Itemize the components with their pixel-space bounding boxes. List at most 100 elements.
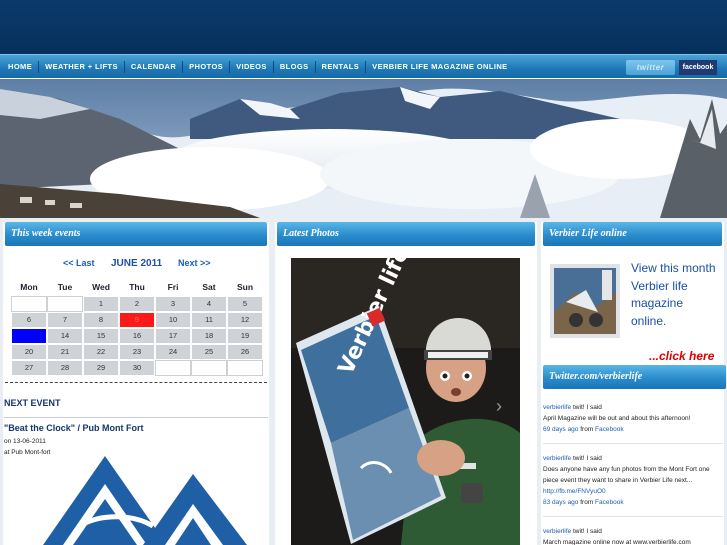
tweet-source-link[interactable]: Facebook bbox=[595, 499, 624, 506]
tweet-said: twit! I said bbox=[571, 528, 602, 535]
twitter-feed-header: Twitter.com/verbierlife bbox=[543, 365, 726, 389]
divider bbox=[543, 443, 723, 453]
nav-item[interactable]: PHOTOS bbox=[183, 61, 231, 73]
magazine-promo-text: View this month Verbier life magazine on… bbox=[631, 261, 716, 328]
calendar-day[interactable]: 6 bbox=[11, 312, 47, 328]
calendar-day bbox=[227, 360, 263, 376]
facebook-button[interactable]: facebook bbox=[679, 60, 717, 75]
tweet-user-link[interactable]: verbierlife bbox=[543, 528, 571, 535]
calendar-day[interactable]: 9 bbox=[119, 312, 155, 328]
nav-item[interactable]: VIDEOS bbox=[230, 61, 274, 73]
calendar-day[interactable]: 22 bbox=[83, 344, 119, 360]
tweet-text: April Magazine will be out and about thi… bbox=[543, 415, 691, 422]
calendar-day[interactable]: 17 bbox=[155, 328, 191, 344]
calendar-day[interactable]: 18 bbox=[191, 328, 227, 344]
tweet-said: twit! I said bbox=[571, 404, 602, 411]
tweet-user-link[interactable]: verbierlife bbox=[543, 404, 571, 411]
calendar-day bbox=[11, 296, 47, 312]
nav-item[interactable]: RENTALS bbox=[316, 61, 367, 73]
calendar-month-label: JUNE 2011 bbox=[111, 258, 163, 269]
calendar-day bbox=[47, 296, 83, 312]
top-banner bbox=[0, 0, 727, 54]
calendar-day[interactable]: 23 bbox=[119, 344, 155, 360]
page: HOME WEATHER + LIFTS CALENDAR PHOTOS VIDEOS B… bbox=[0, 0, 727, 545]
calendar-prev-link[interactable]: << Last bbox=[63, 258, 95, 268]
events-column: This week events << Last JUNE 2011 Next … bbox=[3, 222, 269, 545]
next-photo-arrow-icon[interactable]: › bbox=[496, 396, 502, 417]
nav-item[interactable]: BLOGS bbox=[274, 61, 316, 73]
calendar-day[interactable]: 7 bbox=[47, 312, 83, 328]
latest-photo-image[interactable]: Verbier life › bbox=[291, 258, 520, 545]
event-logo-image[interactable] bbox=[43, 454, 247, 545]
events-header: This week events bbox=[5, 222, 267, 246]
calendar-weekday: Fri bbox=[167, 282, 179, 292]
event-title-link[interactable]: "Beat the Clock" / Pub Mont Fort bbox=[4, 423, 144, 433]
tweet-text: Does anyone have any fun photos from the… bbox=[543, 466, 710, 484]
calendar-next-link[interactable]: Next >> bbox=[178, 258, 211, 268]
magazine-cover-image[interactable] bbox=[546, 262, 626, 340]
calendar-weekday: Tue bbox=[57, 282, 73, 292]
nav-item[interactable]: WEATHER + LIFTS bbox=[39, 61, 125, 73]
calendar-nav: << Last JUNE 2011 Next >> bbox=[3, 258, 269, 272]
calendar-day[interactable]: 8 bbox=[83, 312, 119, 328]
calendar-week-row: 20 21 22 23 24 25 26 bbox=[11, 344, 263, 360]
twitter-button[interactable]: twitter bbox=[626, 60, 675, 75]
calendar-day[interactable]: 15 bbox=[83, 328, 119, 344]
nav-item[interactable]: VERBIER LIFE MAGAZINE ONLINE bbox=[366, 61, 513, 73]
photos-column: Latest Photos Verbier life › bbox=[275, 222, 537, 545]
calendar-day[interactable]: 4 bbox=[191, 296, 227, 312]
tweet-age-link[interactable]: 69 days ago bbox=[543, 426, 578, 433]
calendar-day[interactable]: 19 bbox=[227, 328, 263, 344]
calendar-day[interactable]: 11 bbox=[191, 312, 227, 328]
calendar-day[interactable]: 20 bbox=[11, 344, 47, 360]
calendar-day bbox=[191, 360, 227, 376]
divider bbox=[4, 417, 268, 418]
nav-item[interactable]: HOME bbox=[2, 61, 40, 73]
next-event-heading: NEXT EVENT bbox=[4, 398, 61, 408]
calendar-week-row: 14 15 16 17 18 19 bbox=[11, 328, 263, 344]
calendar-day[interactable]: 21 bbox=[47, 344, 83, 360]
calendar-day[interactable]: 10 bbox=[155, 312, 191, 328]
calendar-weekday: Wed bbox=[92, 282, 110, 292]
tweet-user-link[interactable]: verbierlife bbox=[543, 455, 571, 462]
calendar-day[interactable]: 12 bbox=[227, 312, 263, 328]
magazine-header: Verbier Life online bbox=[543, 222, 722, 246]
calendar-day[interactable]: 24 bbox=[155, 344, 191, 360]
event-date: on 13-06-2011 bbox=[4, 438, 46, 445]
nav-item[interactable]: CALENDAR bbox=[125, 61, 184, 73]
tweet: verbierlife twit! I said March magazine o… bbox=[543, 526, 723, 545]
main-nav: HOME WEATHER + LIFTS CALENDAR PHOTOS VIDEOS B… bbox=[0, 54, 727, 78]
calendar-day bbox=[11, 328, 47, 344]
calendar-day[interactable]: 30 bbox=[119, 360, 155, 376]
calendar-day[interactable]: 16 bbox=[119, 328, 155, 344]
tweet-from: from bbox=[578, 499, 596, 506]
calendar-day[interactable]: 1 bbox=[83, 296, 119, 312]
calendar-day[interactable]: 28 bbox=[47, 360, 83, 376]
tweet: verbierlife twit! I said April Magazine w… bbox=[543, 402, 723, 435]
calendar-weekday: Mon bbox=[20, 282, 38, 292]
nav-items: HOME WEATHER + LIFTS CALENDAR PHOTOS VIDEOS B… bbox=[2, 55, 514, 79]
calendar-day[interactable]: 14 bbox=[47, 328, 83, 344]
calendar-week-row: 12345 bbox=[11, 296, 263, 312]
tweet-from: from bbox=[578, 426, 596, 433]
calendar-grid: Mon Tue Wed Thu Fri Sat Sun 1 2 3 4 5 6 7 8 9 10 11 12 14 15… bbox=[11, 280, 263, 376]
tweet-age-link[interactable]: 83 days ago bbox=[543, 499, 578, 506]
calendar-day[interactable]: 3 bbox=[155, 296, 191, 312]
calendar-week-row: 27 28 29 30 bbox=[11, 360, 263, 376]
calendar-day bbox=[155, 360, 191, 376]
photos-header: Latest Photos bbox=[277, 222, 535, 246]
divider bbox=[543, 516, 723, 526]
click-here-link[interactable]: ...click here bbox=[649, 349, 714, 363]
calendar-day[interactable]: 5 bbox=[227, 296, 263, 312]
calendar-day[interactable]: 27 bbox=[11, 360, 47, 376]
tweet-source-link[interactable]: Facebook bbox=[595, 426, 624, 433]
tweet-text: March magazine online now at www.verbier… bbox=[543, 539, 691, 545]
calendar-day[interactable]: 26 bbox=[227, 344, 263, 360]
calendar-day[interactable]: 2 bbox=[119, 296, 155, 312]
twitter-feed: verbierlife twit! I said April Magazine w… bbox=[543, 402, 723, 545]
calendar-weekday: Sat bbox=[202, 282, 216, 292]
magazine-column: Verbier Life online View this month Verb… bbox=[541, 222, 726, 545]
calendar-day[interactable]: 25 bbox=[191, 344, 227, 360]
calendar-day[interactable]: 29 bbox=[83, 360, 119, 376]
tweet-link[interactable]: http://fb.me/FNVyuO0 bbox=[543, 488, 606, 495]
